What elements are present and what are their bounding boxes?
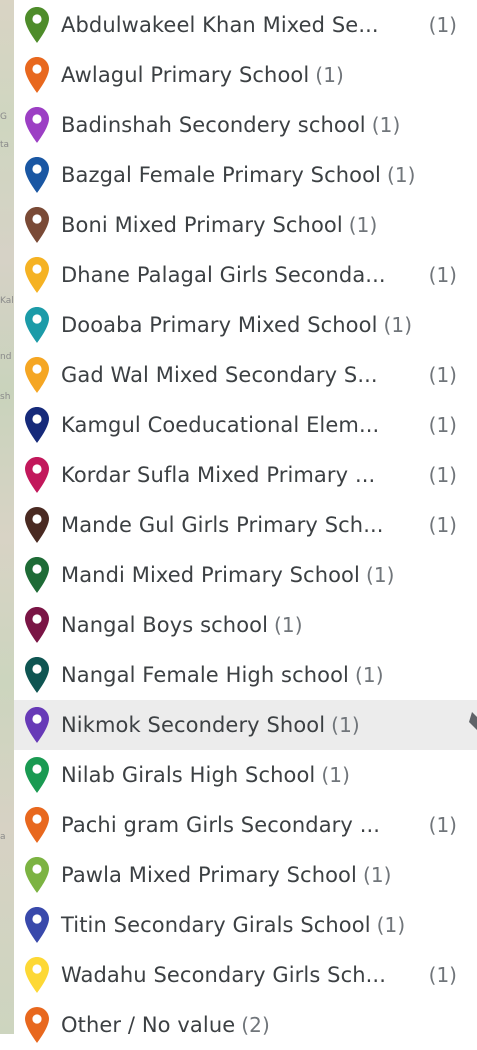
legend-item-count: (1)	[428, 363, 457, 387]
legend-item[interactable]: Bazgal Female Primary School (1)	[14, 150, 477, 200]
legend-item-count: (1)	[386, 163, 416, 187]
legend-item[interactable]: Nilab Girals High School (1)	[14, 750, 477, 800]
legend-item[interactable]: Wadahu Secondary Girls Sch... (1)	[14, 950, 477, 1000]
legend-item-label: Nangal Female High school (1)	[61, 663, 384, 687]
legend-item-label: Pawla Mixed Primary School (1)	[61, 863, 392, 887]
legend-item-label: Pachi gram Girls Secondary ...	[61, 813, 381, 837]
legend-item-label: Badinshah Secondery school (1)	[61, 113, 401, 137]
map-pin-icon	[24, 106, 50, 144]
legend-item-label: Dooaba Primary Mixed School (1)	[61, 313, 413, 337]
legend-item[interactable]: Mande Gul Girls Primary Sch... (1)	[14, 500, 477, 550]
map-pin-icon	[24, 1006, 50, 1044]
legend-item-count: (1)	[362, 863, 392, 887]
map-label: nd	[0, 352, 12, 362]
legend-item[interactable]: Kordar Sufla Mixed Primary ... (1)	[14, 450, 477, 500]
map-pin-icon	[24, 256, 50, 294]
legend-item-label: Abdulwakeel Khan Mixed Se...	[61, 13, 379, 37]
legend-item-count: (1)	[321, 763, 351, 787]
map-label: ta	[0, 140, 10, 150]
map-pin-icon	[24, 456, 50, 494]
legend-item-count: (1)	[331, 713, 360, 737]
map-pin-icon	[24, 806, 50, 844]
map-pin-icon	[24, 56, 50, 94]
legend-item-count: (1)	[376, 913, 406, 937]
legend-item-label: Gad Wal Mixed Secondary S...	[61, 363, 378, 387]
legend-item[interactable]: Dooaba Primary Mixed School (1)	[14, 300, 477, 350]
legend-item-label: Mandi Mixed Primary School (1)	[61, 563, 395, 587]
legend-item-label: Nangal Boys school (1)	[61, 613, 303, 637]
legend-item-label: Kordar Sufla Mixed Primary ...	[61, 463, 376, 487]
legend-item-count: (1)	[428, 413, 457, 437]
map-background-strip: G ta Kal nd sh a	[0, 0, 14, 1034]
legend-item[interactable]: Awlagul Primary School (1)	[14, 50, 477, 100]
map-pin-icon	[24, 956, 50, 994]
legend-item-count: (1)	[365, 563, 395, 587]
legend-item-label: Bazgal Female Primary School (1)	[61, 163, 416, 187]
legend-item-count: (1)	[315, 63, 344, 87]
legend-item[interactable]: Titin Secondary Girals School (1)	[14, 900, 477, 950]
legend-item-label: Other / No value (2)	[61, 1013, 270, 1037]
legend-item-label: Titin Secondary Girals School (1)	[61, 913, 406, 937]
map-pin-icon	[24, 856, 50, 894]
legend-item-count: (2)	[241, 1013, 270, 1037]
legend-item-label: Wadahu Secondary Girls Sch...	[61, 963, 386, 987]
legend-item[interactable]: Dhane Palagal Girls Seconda... (1)	[14, 250, 477, 300]
legend-item-label: Awlagul Primary School (1)	[61, 63, 344, 87]
map-label: G	[0, 112, 7, 122]
legend-item-label: Nikmok Secondery Shool (1)	[61, 713, 360, 737]
legend-item[interactable]: Boni Mixed Primary School (1)	[14, 200, 477, 250]
legend-item[interactable]: Nangal Boys school (1)	[14, 600, 477, 650]
map-pin-icon	[24, 906, 50, 944]
legend-item-label: Nilab Girals High School (1)	[61, 763, 351, 787]
legend-list: Abdulwakeel Khan Mixed Se... (1) Awlagul P…	[14, 0, 477, 1050]
legend-item-count: (1)	[383, 313, 413, 337]
map-pin-icon	[24, 406, 50, 444]
map-pin-icon	[24, 506, 50, 544]
map-label: Kal	[0, 296, 14, 306]
legend-item[interactable]: Pawla Mixed Primary School (1)	[14, 850, 477, 900]
legend-item-count: (1)	[428, 513, 457, 537]
legend-item-count: (1)	[371, 113, 401, 137]
map-pin-icon	[24, 356, 50, 394]
legend-item-label: Dhane Palagal Girls Seconda...	[61, 263, 386, 287]
map-pin-icon	[24, 706, 50, 744]
map-pin-icon	[24, 606, 50, 644]
legend-item[interactable]: Nangal Female High school (1)	[14, 650, 477, 700]
legend-item[interactable]: Nikmok Secondery Shool (1)	[14, 700, 477, 750]
legend-item-count: (1)	[428, 813, 457, 837]
legend-item-count: (1)	[274, 613, 303, 637]
legend-item[interactable]: Other / No value (2)	[14, 1000, 477, 1050]
map-label: sh	[0, 392, 11, 402]
legend-item-count: (1)	[354, 663, 384, 687]
legend-item-label: Kamgul Coeducational Elem...	[61, 413, 380, 437]
map-pin-icon	[24, 6, 50, 44]
legend-item-count: (1)	[428, 13, 457, 37]
legend-item-label: Boni Mixed Primary School (1)	[61, 213, 378, 237]
legend-item[interactable]: Abdulwakeel Khan Mixed Se... (1)	[14, 0, 477, 50]
map-pin-icon	[24, 556, 50, 594]
map-label: a	[0, 832, 6, 842]
map-pin-icon	[24, 156, 50, 194]
drag-handle-icon[interactable]	[463, 710, 477, 732]
legend-item-count: (1)	[428, 263, 457, 287]
legend-item[interactable]: Badinshah Secondery school (1)	[14, 100, 477, 150]
map-pin-icon	[24, 656, 50, 694]
legend-item[interactable]: Pachi gram Girls Secondary ... (1)	[14, 800, 477, 850]
legend-item-count: (1)	[428, 463, 457, 487]
legend-item-count: (1)	[428, 963, 457, 987]
legend-item[interactable]: Mandi Mixed Primary School (1)	[14, 550, 477, 600]
map-pin-icon	[24, 206, 50, 244]
legend-item[interactable]: Gad Wal Mixed Secondary S... (1)	[14, 350, 477, 400]
legend-item[interactable]: Kamgul Coeducational Elem... (1)	[14, 400, 477, 450]
map-pin-icon	[24, 756, 50, 794]
legend-item-label: Mande Gul Girls Primary Sch...	[61, 513, 384, 537]
map-pin-icon	[24, 306, 50, 344]
legend-item-count: (1)	[348, 213, 378, 237]
